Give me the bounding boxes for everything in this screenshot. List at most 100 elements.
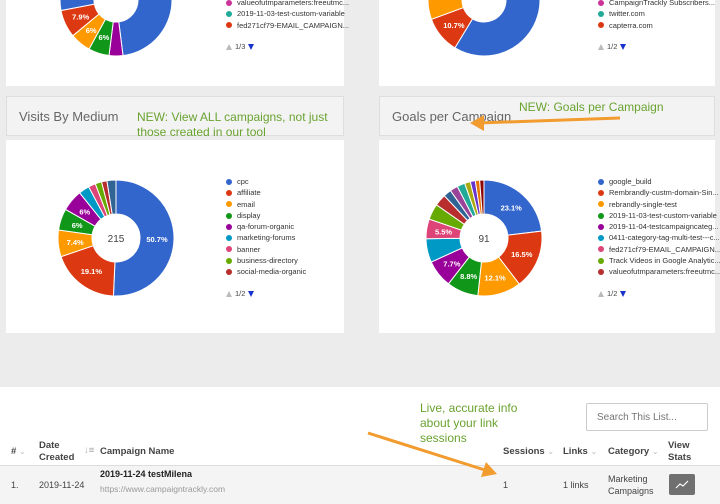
visits-annotation: NEW: View ALL campaigns, not just those … <box>137 110 328 139</box>
legend-item[interactable]: display <box>226 210 306 221</box>
top-right-legend: CampaignTrackly Subscribers... twitter.co… <box>598 0 715 31</box>
row-campaign-name[interactable]: 2019-11-24 testMilena <box>100 469 192 479</box>
col-sessions-header[interactable]: Sessions ⌄ <box>503 446 554 458</box>
top-left-slice-label: 6% <box>86 26 97 35</box>
goals-slice-label: 7.7% <box>443 259 460 268</box>
pager-label: 1/3 <box>235 42 246 51</box>
legend-item[interactable]: valueofutmparameters:freeutmc... <box>226 0 349 8</box>
legend-item[interactable]: Track Videos in Google Analytic... <box>598 255 720 266</box>
goals-pager: 1/2 <box>598 289 627 298</box>
search-input[interactable] <box>586 403 708 431</box>
legend-item[interactable]: email <box>226 199 306 210</box>
legend-swatch <box>226 22 232 29</box>
col-links-header[interactable]: Links ⌄ <box>563 446 597 458</box>
goals-slice-label: 16.5% <box>511 250 533 259</box>
legend-swatch <box>598 22 604 29</box>
legend-item[interactable]: fed271cf79-EMAIL_CAMPAIGN... <box>598 244 720 255</box>
col-category-header[interactable]: Category ⌄ <box>608 446 659 458</box>
legend-label: twitter.com <box>609 9 645 19</box>
page-next-icon[interactable] <box>248 43 255 50</box>
legend-swatch <box>226 223 232 230</box>
campaign-table-panel: Live, accurate info about your link sess… <box>0 387 720 504</box>
visits-slice-label: 6% <box>79 207 90 216</box>
legend-item[interactable]: cpc <box>226 176 306 187</box>
legend-item[interactable]: rebrandly-single-test <box>598 199 720 210</box>
visits-slice-label: 6% <box>72 221 83 230</box>
col-num-header[interactable]: # ⌄ <box>11 446 26 458</box>
page-prev-icon[interactable] <box>226 290 232 297</box>
legend-swatch <box>598 269 604 276</box>
top-left-pager: 1/3 <box>226 42 255 51</box>
legend-item[interactable]: banner <box>226 244 306 255</box>
legend-label: qa-forum-organic <box>237 222 295 232</box>
legend-swatch <box>226 0 232 6</box>
legend-label: 2019-11-03-test-custom-variable <box>609 210 717 220</box>
goals-per-campaign-donut: 23.1% 16.5% 12.1% 8.8%7.7% 5.5% 91 <box>425 179 543 297</box>
pager-label: 1/2 <box>607 289 618 298</box>
legend-swatch <box>598 0 604 6</box>
legend-item[interactable]: Rembrandly-custm-domain-Sin... <box>598 187 720 198</box>
legend-swatch <box>598 223 604 230</box>
top-right-chart-card: 10.7% CampaignTrackly Subscribers... twit… <box>379 0 715 86</box>
legend-item[interactable]: affiliate <box>226 187 306 198</box>
legend-label: display <box>237 210 261 220</box>
col-view-stats-header[interactable]: View Stats <box>668 440 698 464</box>
legend-item[interactable]: social-media-organic <box>226 266 306 277</box>
legend-label: cpc <box>237 177 249 186</box>
legend-label: fed271cf79-EMAIL_CAMPAIGN... <box>237 20 349 30</box>
legend-label: 2019-11-03-test-custom-variable <box>237 9 345 19</box>
goals-total: 91 <box>478 234 490 245</box>
col-campaign-header[interactable]: Campaign Name <box>100 446 174 458</box>
goals-slice-label: 23.1% <box>501 203 523 212</box>
page-prev-icon[interactable] <box>598 290 604 297</box>
top-right-slice[interactable] <box>454 0 541 57</box>
top-right-slice-label: 10.7% <box>443 21 465 30</box>
visits-by-medium-card: 50.7% 19.1% 7.4% 6% 6% 215 cpc affiliate email d… <box>6 140 344 333</box>
legend-item[interactable]: 2019-11-03-test-custom-variable <box>226 8 349 19</box>
row-category: Marketing Campaigns <box>608 474 654 496</box>
row-links[interactable]: 1 links <box>563 480 589 490</box>
live-info-annotation: Live, accurate info about your link sess… <box>420 401 518 445</box>
legend-label: google_build <box>609 177 652 186</box>
legend-item[interactable]: twitter.com <box>598 8 715 19</box>
goals-per-campaign-legend: google_build Rembrandly-custm-domain-Sin.… <box>598 176 720 278</box>
page-prev-icon[interactable] <box>598 43 604 50</box>
col-date-header[interactable]: Date Created <box>39 440 79 464</box>
visits-total: 215 <box>108 234 125 245</box>
legend-label: CampaignTrackly Subscribers... <box>609 0 716 7</box>
top-left-slice[interactable] <box>116 0 173 57</box>
page-next-icon[interactable] <box>248 290 255 297</box>
legend-label: Rembrandly-custm-domain-Sin... <box>609 188 719 198</box>
legend-swatch <box>226 246 232 253</box>
row-campaign-url[interactable]: https://www.campaigntrackly.com <box>100 484 225 494</box>
legend-item[interactable]: 0411-category-tag-multi-test---c... <box>598 232 720 243</box>
legend-item[interactable]: marketing-forums <box>226 232 306 243</box>
legend-item[interactable]: capterra.com <box>598 20 715 31</box>
legend-label: 0411-category-tag-multi-test---c... <box>609 233 720 243</box>
goals-per-campaign-card: 23.1% 16.5% 12.1% 8.8% 7.7% 5.5% 91 google_bui… <box>379 140 720 333</box>
legend-swatch <box>598 235 604 242</box>
row-num: 1. <box>11 480 19 490</box>
top-right-pager: 1/2 <box>598 42 627 51</box>
page-next-icon[interactable] <box>620 290 627 297</box>
legend-swatch <box>226 235 232 242</box>
page-next-icon[interactable] <box>620 43 627 50</box>
legend-item[interactable]: 2019-11-03-test-custom-variable <box>598 210 720 221</box>
legend-label: 2019-11-04-testcampaigncateg... <box>609 222 719 232</box>
view-stats-button[interactable] <box>669 474 695 495</box>
legend-item[interactable]: valueofutmparameters:freeutmc... <box>598 266 720 277</box>
legend-item[interactable]: business-directory <box>226 255 306 266</box>
legend-item[interactable]: 2019-11-04-testcampaigncateg... <box>598 221 720 232</box>
page-prev-icon[interactable] <box>226 43 232 50</box>
legend-swatch <box>598 246 604 253</box>
legend-label: affiliate <box>237 188 261 198</box>
legend-item[interactable]: google_build <box>598 176 720 187</box>
legend-swatch <box>598 10 604 17</box>
row-sessions: 1 <box>503 480 509 490</box>
legend-item[interactable]: CampaignTrackly Subscribers... <box>598 0 715 8</box>
legend-label: rebrandly-single-test <box>609 199 677 209</box>
legend-label: valueofutmparameters:freeutmc... <box>237 0 350 7</box>
sort-icon[interactable]: ↓≡ <box>84 445 94 457</box>
legend-item[interactable]: qa-forum-organic <box>226 221 306 232</box>
legend-item[interactable]: fed271cf79-EMAIL_CAMPAIGN... <box>226 20 349 31</box>
